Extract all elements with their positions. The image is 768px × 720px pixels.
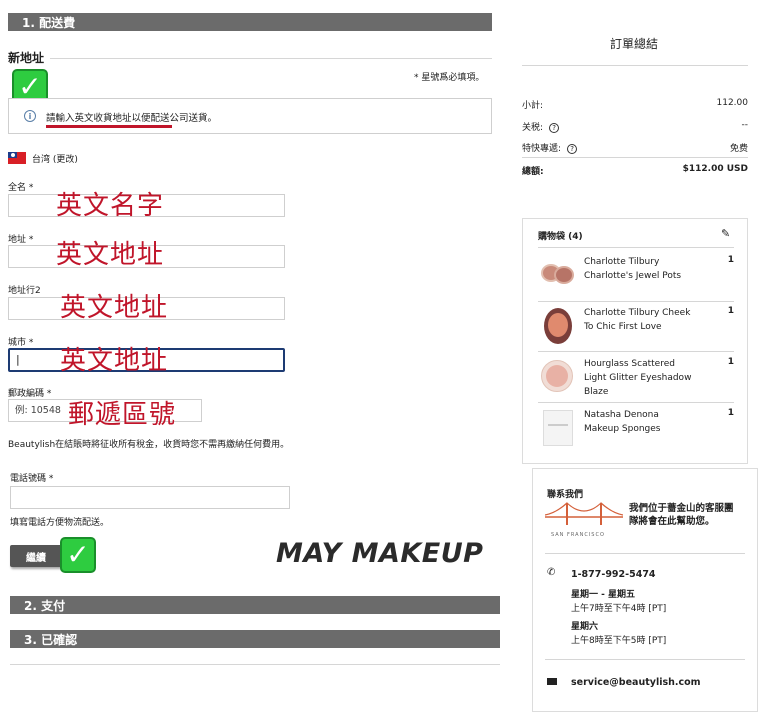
brand-watermark: MAY MAKEUP: [276, 538, 484, 569]
bag-item-name-line2: To Chic First Love: [583, 322, 662, 332]
bag-divider: [538, 402, 734, 403]
step-shipping-label: 1. 配送費: [22, 15, 76, 30]
help-icon[interactable]: ?: [549, 122, 560, 133]
edit-pencil-icon[interactable]: ✎: [721, 227, 730, 240]
bag-item-qty: 1: [727, 408, 734, 418]
contact-divider: [545, 553, 745, 554]
bottom-divider: [10, 664, 500, 665]
weekday-hours: 上午7時至下午4時 [PT]: [571, 604, 667, 614]
bag-item-name-line1: Charlotte Tilbury Cheek: [583, 308, 691, 318]
info-icon: i: [24, 110, 36, 122]
golden-gate-bridge-icon: [545, 502, 623, 525]
tax-note: Beautylish在結賬時將征收所有稅金，收貨時您不需再繳納任何費用。: [8, 440, 290, 450]
step-confirmed-label: 3. 已確認: [24, 632, 78, 647]
city-label: 城市 *: [8, 338, 34, 348]
annotation-address: 英文地址: [56, 240, 165, 270]
total-label: 總額:: [522, 167, 544, 177]
city-caption: SAN FRANCISCO: [551, 532, 605, 538]
tax-row: 关税:? --: [522, 120, 748, 133]
contact-phone[interactable]: 1-877-992-5474: [571, 569, 656, 580]
shipping-value: 免费: [729, 144, 748, 154]
new-address-title: 新地址: [8, 51, 45, 65]
cheek-compact-thumbnail: [538, 306, 578, 346]
bag-divider: [538, 351, 734, 352]
zip-placeholder: 例: 10548: [15, 405, 61, 416]
shipping-label: 特快專遞:: [522, 144, 562, 154]
tax-label: 关税:: [522, 123, 544, 133]
annotation-zip: 郵遞區號: [68, 400, 177, 430]
address2-label: 地址行2: [8, 286, 41, 296]
subtotal-value: 112.00: [716, 98, 749, 108]
bag-item[interactable]: Charlotte Tilbury Cheek To Chic First Lo…: [538, 306, 734, 346]
phone-input[interactable]: [10, 486, 290, 509]
bag-item-name-line1: Charlotte Tilbury: [583, 257, 660, 267]
bag-item-qty: 1: [727, 357, 734, 367]
step-payment-label: 2. 支付: [24, 598, 66, 613]
bag-item[interactable]: Charlotte Tilbury Charlotte's Jewel Pots…: [538, 255, 734, 289]
tax-value: --: [741, 120, 749, 130]
bag-item[interactable]: Hourglass Scattered Light Glitter Eyesha…: [538, 357, 734, 399]
required-note: * 星號爲必填項。: [414, 73, 485, 83]
bag-item-name-line1: Hourglass Scattered: [583, 359, 675, 369]
bag-item-name-line2: Charlotte's Jewel Pots: [583, 271, 682, 281]
annotation-city: 英文地址: [60, 346, 169, 376]
saturday-hours: 上午8時至下午5時 [PT]: [571, 636, 667, 646]
bag-divider: [538, 247, 734, 248]
contact-desc-line2: 隊將會在此幫助您。: [629, 516, 715, 527]
total-row: 總額: $112.00 USD: [522, 164, 748, 177]
phone-label: 電話號碼 *: [10, 474, 54, 484]
country-change-link[interactable]: 台湾 (更改): [32, 152, 78, 165]
phone-icon: ✆: [547, 567, 556, 578]
saturday-label: 星期六: [571, 622, 599, 632]
mail-icon: [547, 678, 557, 685]
summary-divider: [522, 65, 748, 66]
bag-item-name-line1: Natasha Denona: [583, 410, 659, 420]
bag-item-qty: 1: [727, 255, 734, 265]
subtotal-row: 小計: 112.00: [522, 98, 748, 111]
contact-divider: [545, 659, 745, 660]
bag-title: 購物袋 (4): [538, 232, 583, 242]
taiwan-flag-icon: [8, 152, 26, 164]
order-summary-title: 訂單總結: [610, 37, 659, 51]
checkmark-icon: ✓: [60, 537, 96, 573]
step-confirmed-bar[interactable]: 3. 已確認: [10, 630, 500, 648]
eyeshadow-thumbnail: [538, 357, 578, 397]
continue-button[interactable]: 繼續: [10, 545, 62, 567]
bag-item-name-line2: Light Glitter Eyeshadow: [583, 373, 692, 383]
bag-item-qty: 1: [727, 306, 734, 316]
total-divider: [522, 157, 748, 158]
help-icon[interactable]: ?: [567, 143, 578, 154]
info-text: 請輸入英文收貨地址以便配送公司送貨。: [46, 113, 218, 124]
address-label: 地址 *: [8, 235, 34, 245]
bag-item-name-line2: Makeup Sponges: [583, 424, 661, 434]
weekday-label: 星期一 - 星期五: [571, 590, 636, 600]
total-value: $112.00 USD: [682, 164, 748, 174]
step-payment-bar[interactable]: 2. 支付: [10, 596, 500, 614]
phone-hint: 填寫電話方便物流配送。: [10, 518, 110, 528]
contact-email[interactable]: service@beautylish.com: [571, 677, 701, 688]
contact-box: 聯系我們 SAN FRANCISCO 我們位于薔金山的客服團 隊將會在此幫助您。…: [532, 468, 758, 712]
step-shipping-bar[interactable]: 1. 配送費: [8, 13, 492, 31]
annotation-name: 英文名字: [56, 191, 165, 221]
bag-item[interactable]: Natasha Denona Makeup Sponges 1: [538, 408, 734, 448]
shopping-bag: 購物袋 (4) ✎ Charlotte Tilbury Charlotte's …: [522, 218, 748, 464]
shipping-row: 特快專遞:? 免费: [522, 141, 748, 154]
jewel-pots-thumbnail: [538, 255, 578, 289]
sponges-thumbnail: [538, 408, 578, 448]
city-input-cursor: |: [16, 353, 20, 366]
full-name-label: 全名 *: [8, 183, 34, 193]
zip-label: 郵政編碼 *: [8, 389, 52, 399]
contact-desc-line1: 我們位于薔金山的客服團: [629, 503, 734, 514]
bag-divider: [538, 301, 734, 302]
info-underline: [46, 125, 172, 128]
subtotal-label: 小計:: [522, 101, 544, 111]
section-divider: [50, 58, 492, 59]
bag-item-name-line3: Blaze: [583, 387, 609, 397]
annotation-address2: 英文地址: [60, 293, 169, 323]
